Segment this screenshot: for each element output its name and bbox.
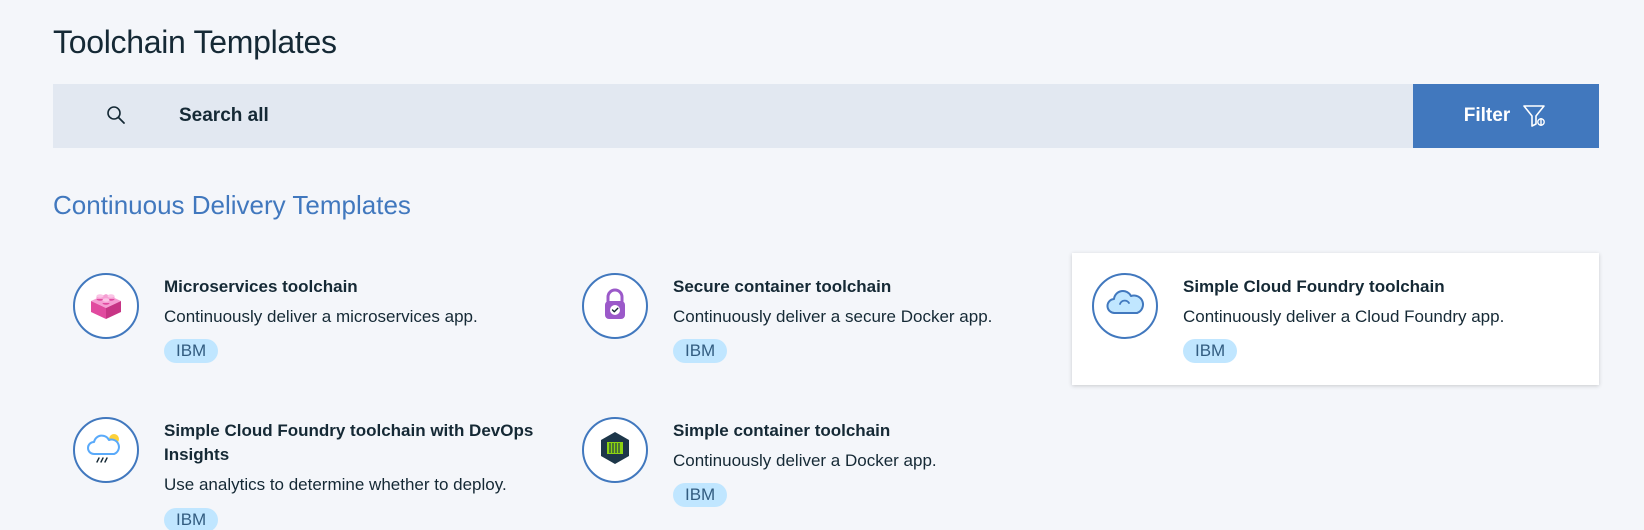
filter-icon bbox=[1522, 103, 1548, 129]
page: Toolchain Templates Filter Continuous De… bbox=[0, 0, 1644, 530]
container-hexagon-icon bbox=[594, 427, 636, 474]
page-title: Toolchain Templates bbox=[53, 24, 337, 60]
cloud-icon bbox=[1103, 282, 1147, 331]
template-description: Continuously deliver a secure Docker app… bbox=[673, 307, 993, 326]
template-description: Continuously deliver a Cloud Foundry app… bbox=[1183, 307, 1505, 326]
template-icon-circle bbox=[582, 417, 648, 483]
template-card-secure-container[interactable]: Secure container toolchain Continuously … bbox=[562, 253, 1077, 385]
filter-button-label: Filter bbox=[1463, 105, 1511, 126]
template-icon-circle bbox=[73, 273, 139, 339]
template-title: Simple Cloud Foundry toolchain bbox=[1183, 277, 1445, 296]
template-icon-circle bbox=[73, 417, 139, 483]
template-card-microservices[interactable]: Microservices toolchain Continuously del… bbox=[53, 253, 568, 385]
template-badge: IBM bbox=[673, 483, 728, 507]
cloud-sun-rain-icon bbox=[84, 426, 128, 475]
template-icon-circle bbox=[1092, 273, 1158, 339]
template-description: Continuously deliver a Docker app. bbox=[673, 451, 937, 470]
template-badge: IBM bbox=[164, 508, 219, 530]
template-badge: IBM bbox=[1183, 339, 1238, 363]
template-badge: IBM bbox=[673, 339, 728, 363]
template-description: Continuously deliver a microservices app… bbox=[164, 307, 478, 326]
template-description: Use analytics to determine whether to de… bbox=[164, 475, 507, 494]
template-title: Simple container toolchain bbox=[673, 421, 891, 440]
template-icon-circle bbox=[582, 273, 648, 339]
template-title: Secure container toolchain bbox=[673, 277, 892, 296]
template-title: Simple Cloud Foundry toolchain with DevO… bbox=[164, 421, 534, 464]
filter-button[interactable]: Filter bbox=[1413, 84, 1599, 148]
search-icon[interactable] bbox=[105, 104, 129, 128]
lego-block-icon bbox=[85, 283, 127, 330]
padlock-icon bbox=[595, 284, 635, 329]
search-input[interactable] bbox=[179, 84, 1379, 148]
template-badge: IBM bbox=[164, 339, 219, 363]
template-card-simple-cloud-foundry[interactable]: Simple Cloud Foundry toolchain Continuou… bbox=[1072, 253, 1599, 385]
section-title: Continuous Delivery Templates bbox=[53, 190, 411, 220]
template-title: Microservices toolchain bbox=[164, 277, 358, 296]
template-card-cloud-foundry-devops-insights[interactable]: Simple Cloud Foundry toolchain with DevO… bbox=[53, 397, 568, 530]
template-card-simple-container[interactable]: Simple container toolchain Continuously … bbox=[562, 397, 1077, 529]
search-bar[interactable] bbox=[53, 84, 1413, 148]
